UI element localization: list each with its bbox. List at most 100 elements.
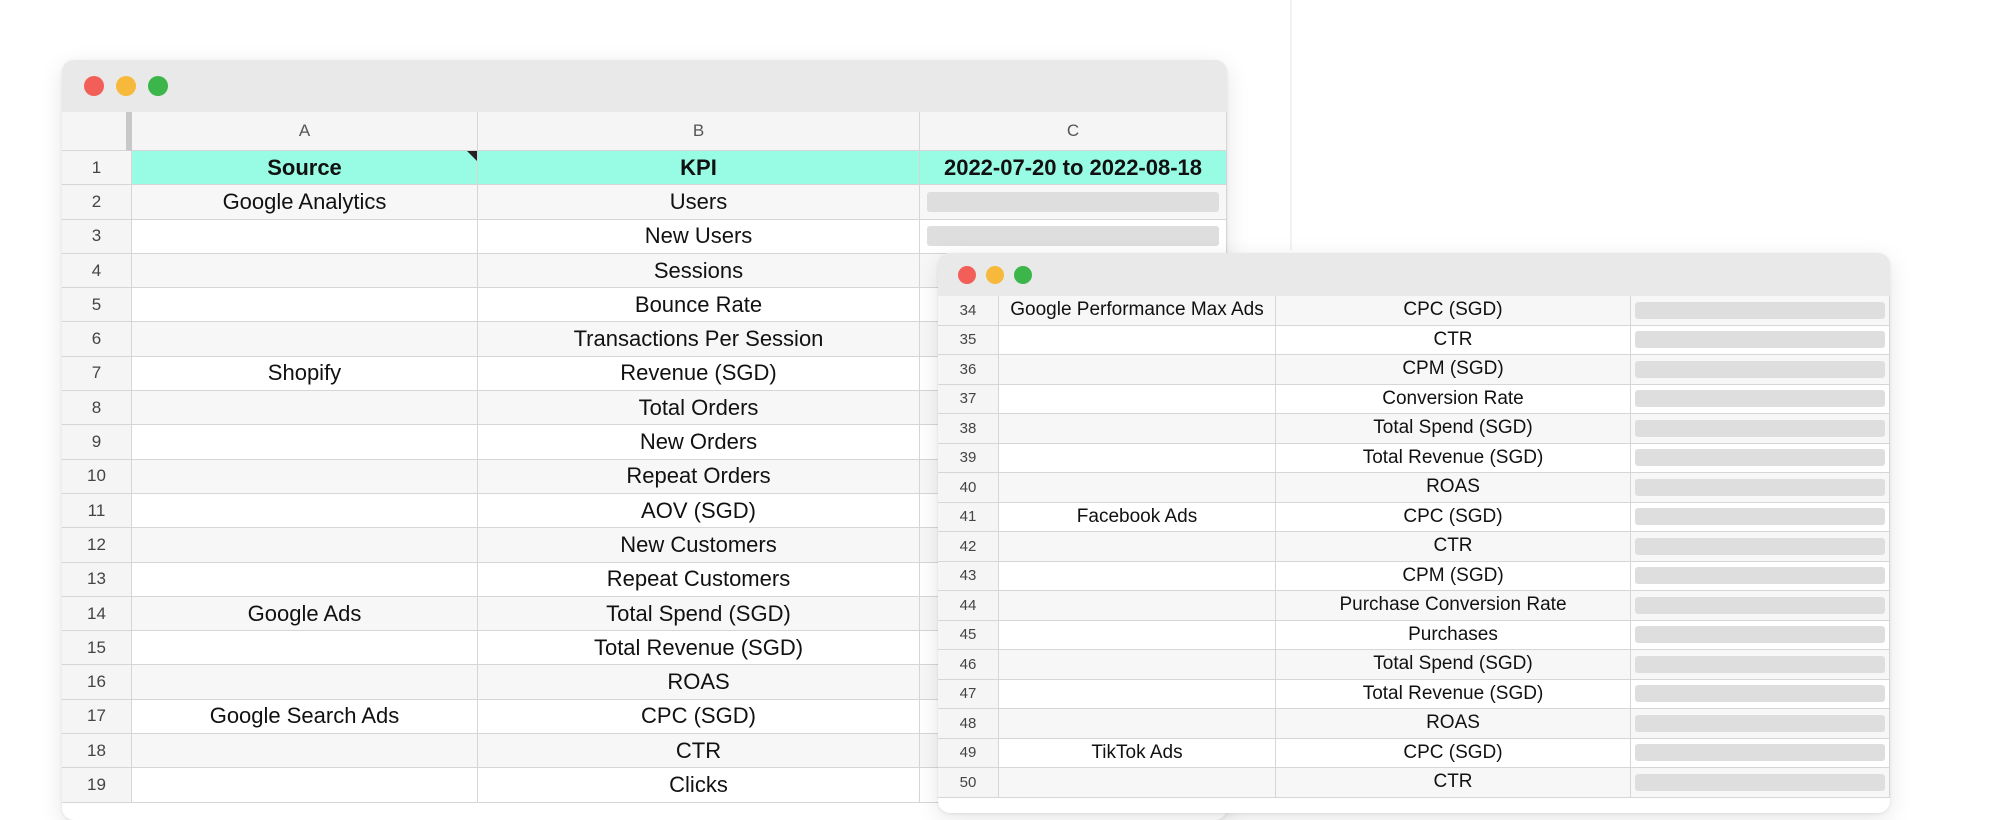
- row-number[interactable]: 13: [62, 562, 132, 597]
- row-number[interactable]: 1: [62, 151, 132, 186]
- source-cell[interactable]: [999, 561, 1276, 591]
- kpi-cell[interactable]: Users: [478, 185, 920, 220]
- kpi-cell[interactable]: Total Orders: [478, 391, 920, 426]
- value-cell[interactable]: [1631, 738, 1890, 768]
- row-number[interactable]: 43: [938, 561, 999, 591]
- value-cell[interactable]: [1631, 768, 1890, 798]
- row-number[interactable]: 35: [938, 325, 999, 355]
- value-cell[interactable]: [1631, 325, 1890, 355]
- close-window-button[interactable]: [958, 266, 976, 284]
- row-number[interactable]: 9: [62, 425, 132, 460]
- value-cell[interactable]: [1631, 709, 1890, 739]
- kpi-cell[interactable]: Bounce Rate: [478, 288, 920, 323]
- kpi-cell[interactable]: Total Spend (SGD): [1276, 650, 1631, 680]
- maximize-window-button[interactable]: [1014, 266, 1032, 284]
- window-titlebar[interactable]: [938, 253, 1890, 296]
- row-number[interactable]: 36: [938, 355, 999, 385]
- row-number[interactable]: 11: [62, 493, 132, 529]
- source-cell[interactable]: [132, 322, 478, 357]
- kpi-cell[interactable]: Purchase Conversion Rate: [1276, 591, 1631, 621]
- row-number[interactable]: 16: [62, 665, 132, 700]
- value-cell[interactable]: [920, 185, 1227, 220]
- value-cell[interactable]: [920, 219, 1227, 254]
- row-number[interactable]: 6: [62, 322, 132, 357]
- row-number[interactable]: 7: [62, 356, 132, 392]
- source-cell[interactable]: [132, 219, 478, 254]
- source-cell[interactable]: [132, 562, 478, 597]
- kpi-cell[interactable]: Total Spend (SGD): [478, 596, 920, 632]
- kpi-cell[interactable]: Repeat Orders: [478, 459, 920, 494]
- source-cell[interactable]: [132, 631, 478, 666]
- row-number[interactable]: 4: [62, 253, 132, 289]
- kpi-cell[interactable]: CPC (SGD): [1276, 296, 1631, 326]
- value-cell[interactable]: [1631, 414, 1890, 444]
- source-cell[interactable]: Google Performance Max Ads: [999, 296, 1276, 326]
- kpi-cell[interactable]: Conversion Rate: [1276, 384, 1631, 414]
- row-number[interactable]: 45: [938, 620, 999, 650]
- value-cell[interactable]: [1631, 561, 1890, 591]
- row-number[interactable]: 14: [62, 596, 132, 632]
- kpi-cell[interactable]: Purchases: [1276, 620, 1631, 650]
- row-number[interactable]: 48: [938, 709, 999, 739]
- row-number[interactable]: 41: [938, 502, 999, 532]
- source-cell[interactable]: [999, 768, 1276, 798]
- kpi-cell[interactable]: ROAS: [1276, 709, 1631, 739]
- row-number[interactable]: 46: [938, 650, 999, 680]
- kpi-cell[interactable]: AOV (SGD): [478, 493, 920, 529]
- kpi-cell[interactable]: New Orders: [478, 425, 920, 460]
- source-cell[interactable]: [999, 325, 1276, 355]
- source-cell[interactable]: TikTok Ads: [999, 738, 1276, 768]
- header-cell-source[interactable]: Source: [132, 151, 478, 186]
- row-number[interactable]: 17: [62, 699, 132, 735]
- source-cell[interactable]: [132, 425, 478, 460]
- value-cell[interactable]: [1631, 679, 1890, 709]
- kpi-cell[interactable]: ROAS: [478, 665, 920, 700]
- row-number[interactable]: 19: [62, 768, 132, 803]
- column-header-b[interactable]: B: [478, 112, 920, 151]
- kpi-cell[interactable]: Revenue (SGD): [478, 356, 920, 392]
- kpi-cell[interactable]: CPC (SGD): [478, 699, 920, 735]
- row-number[interactable]: 42: [938, 532, 999, 562]
- source-cell[interactable]: [132, 391, 478, 426]
- row-number[interactable]: 34: [938, 296, 999, 326]
- window-titlebar[interactable]: [62, 60, 1227, 112]
- source-cell[interactable]: [999, 591, 1276, 621]
- kpi-cell[interactable]: Total Revenue (SGD): [478, 631, 920, 666]
- maximize-window-button[interactable]: [148, 76, 168, 96]
- source-cell[interactable]: [132, 253, 478, 289]
- value-cell[interactable]: [1631, 473, 1890, 503]
- kpi-cell[interactable]: Sessions: [478, 253, 920, 289]
- row-number[interactable]: 44: [938, 591, 999, 621]
- header-cell-period[interactable]: 2022-07-20 to 2022-08-18: [920, 151, 1227, 186]
- row-number[interactable]: 18: [62, 734, 132, 769]
- header-cell-kpi[interactable]: KPI: [478, 151, 920, 186]
- source-cell[interactable]: [132, 528, 478, 563]
- close-window-button[interactable]: [84, 76, 104, 96]
- value-cell[interactable]: [1631, 502, 1890, 532]
- row-number[interactable]: 15: [62, 631, 132, 666]
- source-cell[interactable]: [132, 459, 478, 494]
- minimize-window-button[interactable]: [116, 76, 136, 96]
- value-cell[interactable]: [1631, 620, 1890, 650]
- row-number[interactable]: 49: [938, 738, 999, 768]
- source-cell[interactable]: [999, 532, 1276, 562]
- kpi-cell[interactable]: CTR: [1276, 768, 1631, 798]
- kpi-cell[interactable]: Total Revenue (SGD): [1276, 679, 1631, 709]
- value-cell[interactable]: [1631, 443, 1890, 473]
- source-cell[interactable]: [999, 355, 1276, 385]
- source-cell[interactable]: [132, 768, 478, 803]
- source-cell[interactable]: [999, 679, 1276, 709]
- source-cell[interactable]: [999, 620, 1276, 650]
- value-cell[interactable]: [1631, 384, 1890, 414]
- column-header-a[interactable]: A: [132, 112, 478, 151]
- source-cell[interactable]: Google Analytics: [132, 185, 478, 220]
- kpi-cell[interactable]: New Users: [478, 219, 920, 254]
- row-number[interactable]: 2: [62, 185, 132, 220]
- kpi-cell[interactable]: CPC (SGD): [1276, 738, 1631, 768]
- kpi-cell[interactable]: CTR: [1276, 325, 1631, 355]
- value-cell[interactable]: [1631, 355, 1890, 385]
- row-number[interactable]: 12: [62, 528, 132, 563]
- row-number[interactable]: 3: [62, 219, 132, 254]
- source-cell[interactable]: [132, 665, 478, 700]
- kpi-cell[interactable]: ROAS: [1276, 473, 1631, 503]
